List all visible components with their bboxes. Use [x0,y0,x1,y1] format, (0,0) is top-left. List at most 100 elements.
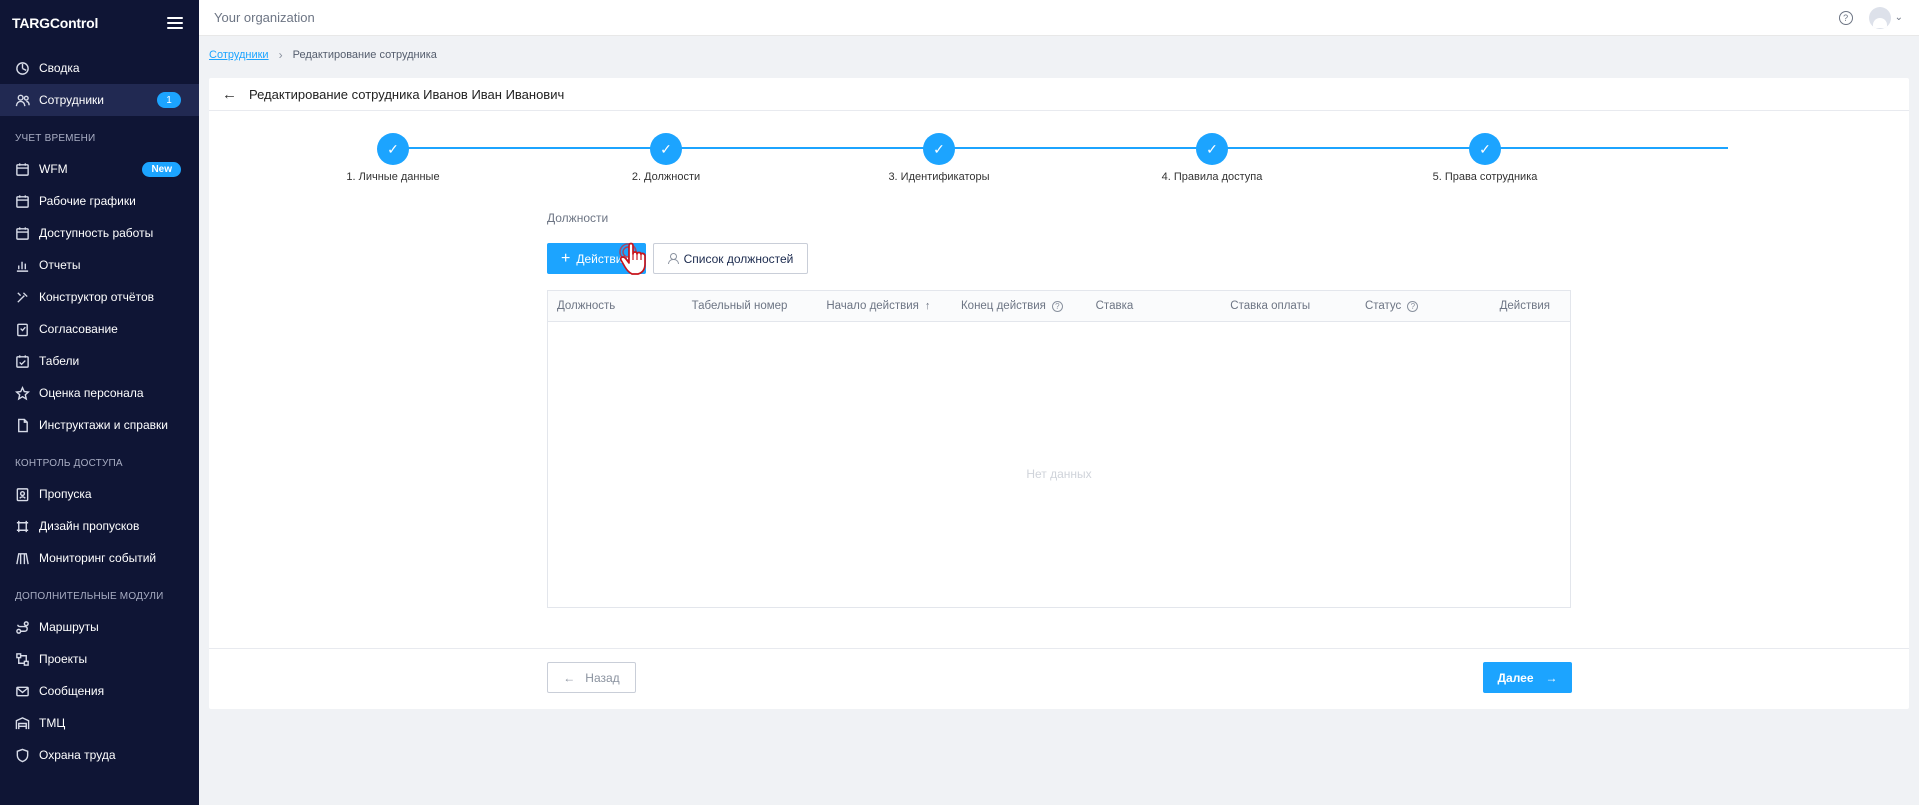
sidebar-item[interactable]: Инструктажи и справки [0,409,199,441]
sidebar-item[interactable]: Оценка персонала [0,377,199,409]
sidebar-item-label: WFM [39,162,68,176]
sidebar-item-label: Дизайн пропусков [39,519,140,533]
column-header-label: Табельный номер [691,300,788,312]
edit-employee-card: ← Редактирование сотрудника Иванов Иван … [209,78,1909,709]
calendar-icon [14,193,30,209]
avatar[interactable] [1868,6,1891,29]
step-label: 2. Должности [631,171,701,183]
sidebar-item[interactable]: Отчеты [0,249,199,281]
help-icon[interactable]: ? [1838,10,1853,25]
sidebar-item-label: Инструктажи и справки [39,418,168,432]
back-button-label: Назад [585,670,620,685]
pointer-hand-icon [619,242,646,275]
column-header: Действия [1491,300,1570,312]
badge-icon [14,486,30,502]
column-header[interactable]: Начало действия ↑ [817,300,952,312]
sidebar-item[interactable]: Сводка [0,52,199,84]
sidebar-item[interactable]: Табели [0,345,199,377]
sidebar-item-label: Охрана труда [39,748,116,762]
check-icon: ✓ [1196,133,1228,165]
column-header[interactable]: Статус? [1356,300,1491,312]
column-header: Ставка оплаты [1221,300,1356,312]
sidebar-item-label: Конструктор отчётов [39,290,154,304]
sidebar-item[interactable]: Мониторинг событий [0,542,199,574]
sidebar-section-title: ДОПОЛНИТЕЛЬНЫЕ МОДУЛИ [15,590,164,602]
organization-selector[interactable]: Your organization [214,10,315,25]
plus-icon: + [561,249,571,267]
page-title: Редактирование сотрудника Иванов Иван Ив… [249,86,565,102]
mail-icon [14,683,30,699]
sidebar: TARGControl Сводка Сотрудники 1 УЧЕТ ВРЕМЕН… [0,0,199,805]
step-3[interactable]: ✓ 3. Идентификаторы [869,133,1009,183]
calendar-icon [14,225,30,241]
column-header-label: Ставка оплаты [1230,300,1311,312]
user-icon [667,253,679,264]
sidebar-item-label: Пропуска [39,487,92,501]
sidebar-section-title: КОНТРОЛЬ ДОСТУПА [15,457,123,469]
tools-icon [14,289,30,305]
sidebar-item-label: Рабочие графики [39,194,136,208]
sidebar-item[interactable]: ТМЦ [0,707,199,739]
sidebar-item[interactable]: Сообщения [0,675,199,707]
check-icon: ✓ [377,133,409,165]
help-icon[interactable]: ? [1407,300,1419,312]
sidebar-item[interactable]: Дизайн пропусков [0,510,199,542]
sidebar-item-label: Маршруты [39,620,99,634]
help-icon[interactable]: ? [1051,300,1063,312]
sidebar-item[interactable]: Рабочие графики [0,185,199,217]
positions-table: Должность Табельный номер Начало действия ↑… [547,290,1571,608]
design-icon [14,518,30,534]
sidebar-item[interactable]: Конструктор отчётов [0,281,199,313]
positions-list-label: Список должностей [683,251,794,266]
menu-toggle-icon[interactable] [167,17,183,29]
empty-state: Нет данных [1026,467,1092,481]
sidebar-item-label: Мониторинг событий [39,551,157,565]
sidebar-item[interactable]: WFM New [0,153,199,185]
step-4[interactable]: ✓ 4. Правила доступа [1142,133,1282,183]
sidebar-item[interactable]: Маршруты [0,611,199,643]
breadcrumb-current: Редактирование сотрудника [292,49,437,61]
next-button[interactable]: Далее → [1483,662,1572,693]
column-header-label: Должность [557,300,616,312]
column-header-label: Действия [1499,300,1550,312]
step-2[interactable]: ✓ 2. Должности [596,133,736,183]
monitor-icon [14,550,30,566]
topbar-actions: ? ⌄ [1838,6,1903,29]
back-arrow-icon[interactable]: ← [222,86,237,103]
section-title-positions: Должности [547,211,609,225]
sidebar-item-label: Доступность работы [39,226,154,240]
sort-up-icon[interactable]: ↑ [925,300,931,312]
calendar-icon [14,161,30,177]
sidebar-section-title: УЧЕТ ВРЕМЕНИ [15,132,96,144]
sidebar-item[interactable]: Пропуска [0,478,199,510]
column-header-label: Ставка [1095,300,1134,312]
next-button-label: Далее [1497,670,1534,685]
stepper: ✓ 1. Личные данные ✓ 2. Должности ✓ 3. Иденти… [209,133,1909,193]
check-icon: ✓ [923,133,955,165]
check-icon: ✓ [650,133,682,165]
chevron-down-icon[interactable]: ⌄ [1895,12,1903,23]
sidebar-item[interactable]: Сотрудники 1 [0,84,199,116]
sidebar-item-label: Сотрудники [39,93,104,107]
card-footer: ← Назад Далее → [209,648,1909,709]
column-header: Табельный номер [683,300,818,312]
sidebar-item-label: Оценка персонала [39,386,144,400]
bar-chart-icon [14,257,30,273]
users-icon [14,92,30,108]
sidebar-item[interactable]: Согласование [0,313,199,345]
step-1[interactable]: ✓ 1. Личные данные [323,133,463,183]
column-header[interactable]: Конец действия? [952,300,1087,312]
breadcrumb-link-employees[interactable]: Сотрудники [209,49,269,61]
sidebar-item[interactable]: Охрана труда [0,739,199,771]
step-5[interactable]: ✓ 5. Права сотрудника [1415,133,1555,183]
step-label: 4. Правила доступа [1161,171,1263,183]
sidebar-item[interactable]: Доступность работы [0,217,199,249]
arrow-right-icon: → [1545,670,1558,685]
step-label: 3. Идентификаторы [888,171,990,183]
sidebar-nav: Сводка Сотрудники 1 УЧЕТ ВРЕМЕНИ WFM New Рабоч… [0,52,199,771]
sidebar-item-label: Сообщения [39,684,105,698]
sidebar-item[interactable]: Проекты [0,643,199,675]
positions-list-button[interactable]: Список должностей [653,243,808,274]
back-button[interactable]: ← Назад [547,662,636,693]
sidebar-item-label: Согласование [39,322,118,336]
